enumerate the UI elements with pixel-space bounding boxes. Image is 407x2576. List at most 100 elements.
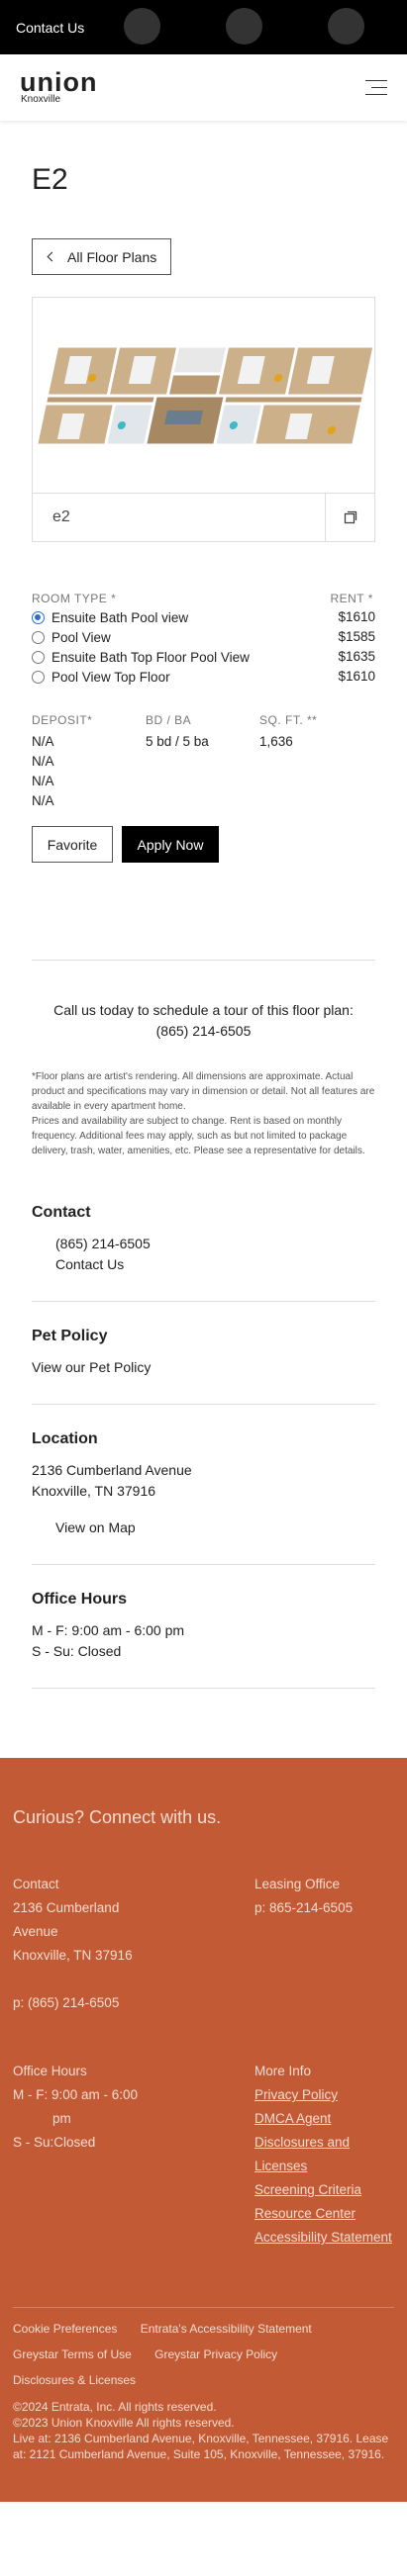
all-floor-plans-button[interactable]: All Floor Plans [32,238,172,275]
room-type-option[interactable]: Pool View [32,627,250,647]
deposit-value: N/A [32,793,54,808]
apply-now-button[interactable]: Apply Now [122,826,219,863]
deposit-value: N/A [32,754,54,769]
office-hours-heading: Office Hours [32,1591,128,1608]
radio-button[interactable] [32,630,45,644]
copyright: ©2024 Entrata, Inc. All rights reserved.… [13,2399,394,2462]
footer-hours-title: Office Hours [13,2064,87,2078]
footer-hours-weekday: M - F: 9:00 am - 6:00 [13,2087,139,2102]
action-buttons: Favorite Apply Now [32,826,375,863]
tour-phone[interactable]: (865) 214-6505 [32,1021,375,1042]
cookie-preferences-link[interactable]: Cookie Preferences [13,2322,117,2336]
disclosures-licenses-link[interactable]: Disclosures & Licenses [13,2373,136,2387]
privacy-policy-link[interactable]: Greystar Privacy Policy [154,2347,277,2361]
footer-more-title: More Info [254,2064,312,2078]
pet-policy-link[interactable]: View our Pet Policy [32,1357,375,1378]
disclaimer: *Floor plans are artist's rendering. All… [32,1069,375,1158]
deposit-column: DEPOSIT* N/A N/A N/A N/A [32,710,146,811]
hours-weekend: S - Su: Closed [32,1643,122,1659]
footer-more-link[interactable]: DMCA Agent [254,2107,394,2131]
terms-of-use-link[interactable]: Greystar Terms of Use [13,2347,132,2361]
hours-weekday: M - F: 9:00 am - 6:00 pm [32,1622,185,1638]
footer-hours: Office Hours M - F: 9:00 am - 6:00 pm S … [13,2060,254,2250]
footer-contact: Contact 2136 Cumberland Avenue Knoxville… [13,1873,254,2015]
rent-header: RENT * [330,592,373,605]
main-content: E2 All Floor Plans e2 ROOM TYPE * Ensuit… [0,150,407,1689]
footer-more-link[interactable]: Disclosures and Licenses [254,2131,394,2178]
footer-more-link[interactable]: Resource Center [254,2202,394,2226]
divider [32,1688,375,1689]
room-type-label: Pool View [51,629,111,645]
logo-word: union [20,67,98,97]
view-on-map-link[interactable]: View on Map [32,1518,375,1538]
disclaimer-line: *Floor plans are artist's rendering. All… [32,1071,375,1112]
footer-more-link[interactable]: Accessibility Statement [254,2226,394,2250]
footer-heading: Curious? Connect with us. [13,1807,222,1827]
radio-button[interactable] [32,670,45,684]
logo-subtitle: Knoxville [21,94,61,105]
back-label: All Floor Plans [67,248,157,265]
disclaimer-line: Prices and availability are subject to c… [32,1116,365,1156]
radio-button[interactable] [32,650,45,664]
social-icon[interactable] [328,8,364,45]
details-table: DEPOSIT* N/A N/A N/A N/A BD / BA 5 bd / 5 b… [32,710,375,811]
room-type-option[interactable]: Ensuite Bath Top Floor Pool View [32,647,250,667]
room-type-label: Ensuite Bath Pool view [51,609,189,625]
contact-section: Contact (865) 214-6505 Contact Us [32,1178,375,1301]
divider [32,960,375,961]
room-type-option[interactable]: Pool View Top Floor [32,667,250,687]
copyright-line: ©2023 Union Knoxville All rights reserve… [13,2416,235,2430]
social-icon[interactable] [124,8,160,45]
contact-phone[interactable]: (865) 214-6505 [32,1234,375,1254]
pet-policy-heading: Pet Policy [32,1328,108,1344]
sqft-column: SQ. FT. ** 1,636 [259,710,373,811]
sqft-value: 1,636 [259,734,293,749]
footer-more-link[interactable]: Screening Criteria [254,2178,394,2202]
room-type-label: Ensuite Bath Top Floor Pool View [51,649,250,665]
tour-callout: Call us today to schedule a tour of this… [32,1000,375,1042]
floor-plan-image[interactable] [33,298,374,494]
logo[interactable]: union Knoxville [20,67,98,106]
expand-icon[interactable] [325,494,374,541]
footer-address: Knoxville, TN 37916 [13,1948,133,1963]
location-heading: Location [32,1430,98,1447]
site-footer: Curious? Connect with us. Contact 2136 C… [0,1758,407,2502]
footer-leasing-phone[interactable]: p: 865-214-6505 [254,1896,394,1920]
footer-row-1: Contact 2136 Cumberland Avenue Knoxville… [13,1873,394,2015]
rent-value: $1635 [338,649,375,664]
rent-value: $1610 [338,669,375,684]
copyright-line: Live at: 2136 Cumberland Avenue, Knoxvil… [13,2432,389,2461]
room-type-option[interactable]: Ensuite Bath Pool view [32,607,250,627]
footer-contact-title: Contact [13,1877,59,1891]
radio-button[interactable] [32,610,45,624]
footer-address: Avenue [13,1924,58,1939]
contact-us-link[interactable]: Contact Us [16,20,84,36]
pet-policy-section: Pet Policy View our Pet Policy [32,1302,375,1404]
footer-leasing: Leasing Office p: 865-214-6505 [254,1873,394,2015]
deposit-value: N/A [32,734,54,749]
rent-value: $1585 [338,629,375,644]
room-type-column: ROOM TYPE * Ensuite Bath Pool view Pool V… [32,592,250,687]
footer-bottom-links: Cookie Preferences Entrata's Accessibili… [13,2307,394,2393]
footer-hours-weekday-pm: pm [52,2111,71,2126]
contact-us-link[interactable]: Contact Us [32,1254,375,1275]
accessibility-statement-link[interactable]: Entrata's Accessibility Statement [141,2322,312,2336]
footer-more-info: More Info Privacy Policy DMCA Agent Disclo… [254,2060,394,2250]
chevron-left-icon [47,251,57,262]
location-section: Location 2136 Cumberland Avenue Knoxvill… [32,1405,375,1564]
footer-hours-weekend: S - Su:Closed [13,2135,96,2150]
bdba-header: BD / BA [146,713,192,727]
footer-more-link[interactable]: Privacy Policy [254,2083,394,2107]
sqft-header: SQ. FT. ** [259,713,318,727]
location-city: Knoxville, TN 37916 [32,1483,156,1499]
floor-plan-name: e2 [52,508,70,525]
room-type-label: Pool View Top Floor [51,669,170,685]
favorite-button[interactable]: Favorite [32,826,113,863]
social-icon[interactable] [226,8,262,45]
footer-address: 2136 Cumberland [13,1900,120,1915]
footer-phone[interactable]: p: (865) 214-6505 [13,1991,254,2015]
contact-heading: Contact [32,1204,91,1221]
site-header: union Knoxville [0,54,407,121]
floor-plan-card: e2 [32,297,375,542]
menu-icon[interactable] [365,79,387,97]
